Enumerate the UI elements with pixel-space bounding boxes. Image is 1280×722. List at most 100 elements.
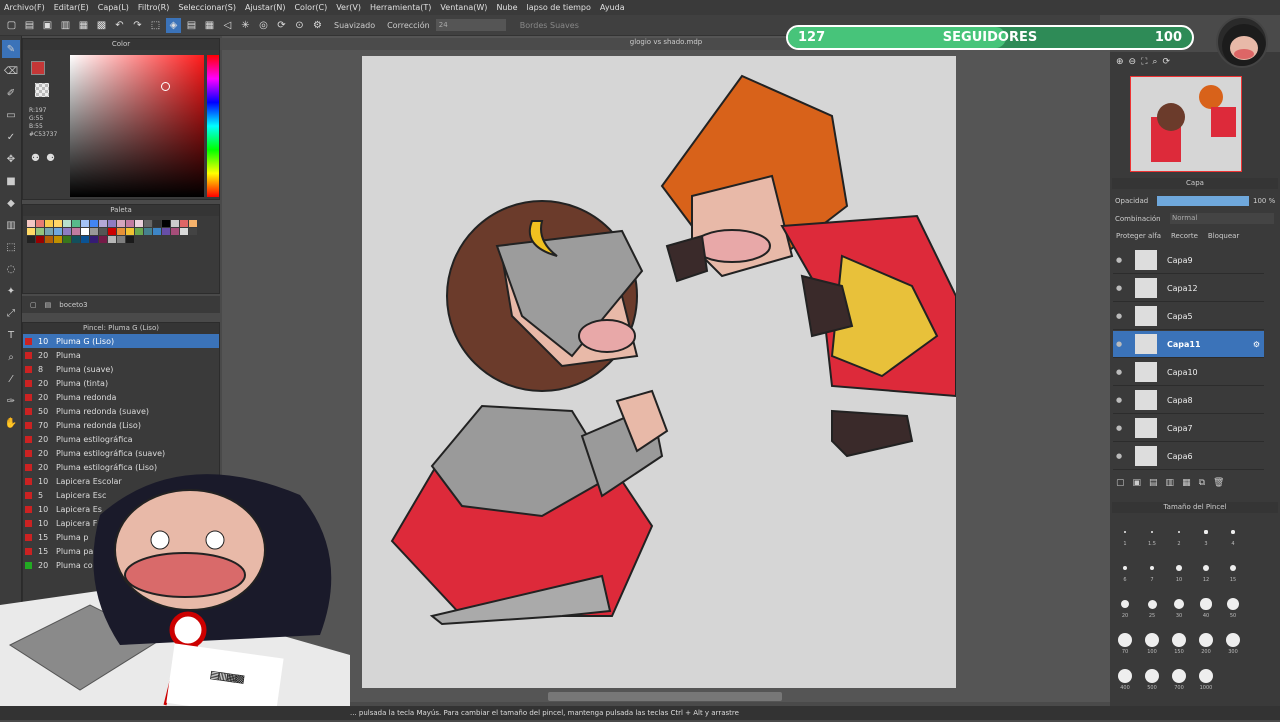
palette-swatch[interactable]: [81, 228, 89, 235]
brush-size-preset[interactable]: [1172, 669, 1186, 683]
menu-item-5[interactable]: Ajustar(N): [245, 3, 286, 12]
protect-alpha-checkbox[interactable]: Proteger alfa: [1116, 232, 1161, 240]
palette-swatch[interactable]: [99, 228, 107, 235]
palette-swatch[interactable]: [54, 236, 62, 243]
open-file-icon[interactable]: ▤: [22, 18, 37, 33]
zoom-search-icon[interactable]: ⌕: [1152, 57, 1157, 67]
layer-row[interactable]: ● Capa10: [1113, 359, 1264, 386]
folder-icon[interactable]: ▦: [1182, 478, 1191, 488]
brush-size-preset[interactable]: [1120, 599, 1130, 609]
palette-swatch[interactable]: [72, 220, 80, 227]
palette-swatch[interactable]: [45, 220, 53, 227]
gradient-tool-icon[interactable]: ▥: [2, 216, 20, 234]
palette-swatch[interactable]: [180, 228, 188, 235]
palette-swatch[interactable]: [180, 220, 188, 227]
menu-item-6[interactable]: Color(C): [294, 3, 327, 12]
palette-swatch[interactable]: [63, 228, 71, 235]
new-file-icon[interactable]: ▢: [4, 18, 19, 33]
layer-settings-icon[interactable]: ⚙: [1253, 340, 1260, 349]
brush-size-preset[interactable]: [1145, 669, 1159, 683]
brush-size-preset[interactable]: [1199, 669, 1213, 683]
check-tool-icon[interactable]: ✓: [2, 128, 20, 146]
brush-size-preset[interactable]: [1174, 599, 1184, 609]
palette-swatch[interactable]: [117, 228, 125, 235]
soft-edges-label[interactable]: Bordes Suaves: [520, 21, 579, 30]
sublayer-icon[interactable]: ▢: [30, 301, 37, 309]
brush-tool-icon[interactable]: ✑: [2, 392, 20, 410]
palette-swatch[interactable]: [153, 220, 161, 227]
menu-item-4[interactable]: Seleccionar(S): [178, 3, 236, 12]
layer-visibility-icon[interactable]: ●: [1113, 284, 1125, 292]
brush-size-preset[interactable]: [1149, 565, 1155, 571]
redo-icon[interactable]: ↷: [130, 18, 145, 33]
palette-swatch[interactable]: [90, 228, 98, 235]
hue-slider[interactable]: [207, 55, 219, 197]
palette-swatch[interactable]: [117, 220, 125, 227]
transform-tool-icon[interactable]: ⤢: [2, 304, 20, 322]
select-all-icon[interactable]: ⬚: [148, 18, 163, 33]
menu-item-12[interactable]: Ayuda: [600, 3, 625, 12]
brush-size-preset[interactable]: [1176, 565, 1182, 571]
brush-size-preset[interactable]: [1231, 530, 1235, 534]
menu-item-8[interactable]: Herramienta(T): [370, 3, 431, 12]
mask-icon[interactable]: ▥: [1166, 478, 1175, 488]
delete-layer-icon[interactable]: 🗑: [1213, 478, 1224, 488]
brush-size-preset[interactable]: [1204, 530, 1208, 534]
drawing-canvas[interactable]: [362, 56, 957, 688]
select-rect-icon[interactable]: ⬚: [2, 238, 20, 256]
ruler-icon[interactable]: ▤: [184, 18, 199, 33]
pen-tool-icon[interactable]: ✎: [2, 40, 20, 58]
palette-swatch[interactable]: [162, 228, 170, 235]
palette-swatch[interactable]: [135, 228, 143, 235]
concentric-icon[interactable]: ◎: [256, 18, 271, 33]
zoom-tool-icon[interactable]: ⌕: [2, 348, 20, 366]
rotate-view-icon[interactable]: ⟳: [1162, 57, 1170, 67]
brush-item[interactable]: 8 Pluma (suave): [23, 362, 219, 376]
eraser-tool-icon[interactable]: ⌫: [2, 62, 20, 80]
fill-shape-icon[interactable]: ■: [2, 172, 20, 190]
blend-select[interactable]: Normal: [1170, 213, 1274, 224]
sublayer-delete-icon[interactable]: ▤: [45, 301, 52, 309]
hand-tool-icon[interactable]: ✋: [2, 414, 20, 432]
merge-icon[interactable]: ⧉: [1199, 478, 1205, 488]
foreground-color-swatch[interactable]: [31, 61, 45, 75]
brush-size-preset[interactable]: [1147, 599, 1157, 609]
palette-swatch[interactable]: [144, 220, 152, 227]
brush-item[interactable]: 10 Pluma G (Liso): [23, 334, 219, 348]
layer-visibility-icon[interactable]: ●: [1113, 312, 1125, 320]
lock-checkbox[interactable]: Bloquear: [1208, 232, 1239, 240]
palette-swatch[interactable]: [27, 236, 35, 243]
horizontal-scrollbar[interactable]: [548, 692, 782, 701]
layer-visibility-icon[interactable]: ●: [1113, 256, 1125, 264]
rect-tool-icon[interactable]: ▭: [2, 106, 20, 124]
brush-size-preset[interactable]: [1124, 531, 1126, 533]
brush-size-preset[interactable]: [1118, 669, 1132, 683]
palette-swatch[interactable]: [45, 228, 53, 235]
clip-checkbox[interactable]: Recorte: [1171, 232, 1198, 240]
palette-swatch[interactable]: [135, 220, 143, 227]
marker-tool-icon[interactable]: ✐: [2, 84, 20, 102]
menu-item-2[interactable]: Capa(L): [98, 3, 129, 12]
layer-row[interactable]: ● Capa7: [1113, 415, 1264, 442]
palette-swatch[interactable]: [189, 220, 197, 227]
layer-visibility-icon[interactable]: ●: [1113, 396, 1125, 404]
layer-row[interactable]: ● Capa5: [1113, 303, 1264, 330]
palette-swatch[interactable]: [81, 220, 89, 227]
fit-icon[interactable]: ⛶: [1141, 57, 1147, 67]
palette-swatch[interactable]: [81, 236, 89, 243]
grid-snap-icon[interactable]: ▦: [202, 18, 217, 33]
text-tool-icon[interactable]: T: [2, 326, 20, 344]
palette-swatch[interactable]: [90, 236, 98, 243]
settings-gear-icon[interactable]: ⚙: [310, 18, 325, 33]
palette-swatch[interactable]: [45, 236, 53, 243]
palette-swatch[interactable]: [108, 228, 116, 235]
zoom-out-icon[interactable]: ⊖: [1129, 57, 1137, 67]
brush-item[interactable]: 50 Pluma redonda (suave): [23, 404, 219, 418]
grid-icon[interactable]: ▩: [94, 18, 109, 33]
layer-row[interactable]: ● Capa11 ⚙: [1113, 331, 1264, 358]
bucket-tool-icon[interactable]: ◆: [2, 194, 20, 212]
palette-swatch[interactable]: [126, 236, 134, 243]
color-mixer-icon[interactable]: ⚉: [31, 153, 40, 164]
color-picker-icon[interactable]: ⚈: [46, 153, 55, 164]
lasso-tool-icon[interactable]: ◌: [2, 260, 20, 278]
